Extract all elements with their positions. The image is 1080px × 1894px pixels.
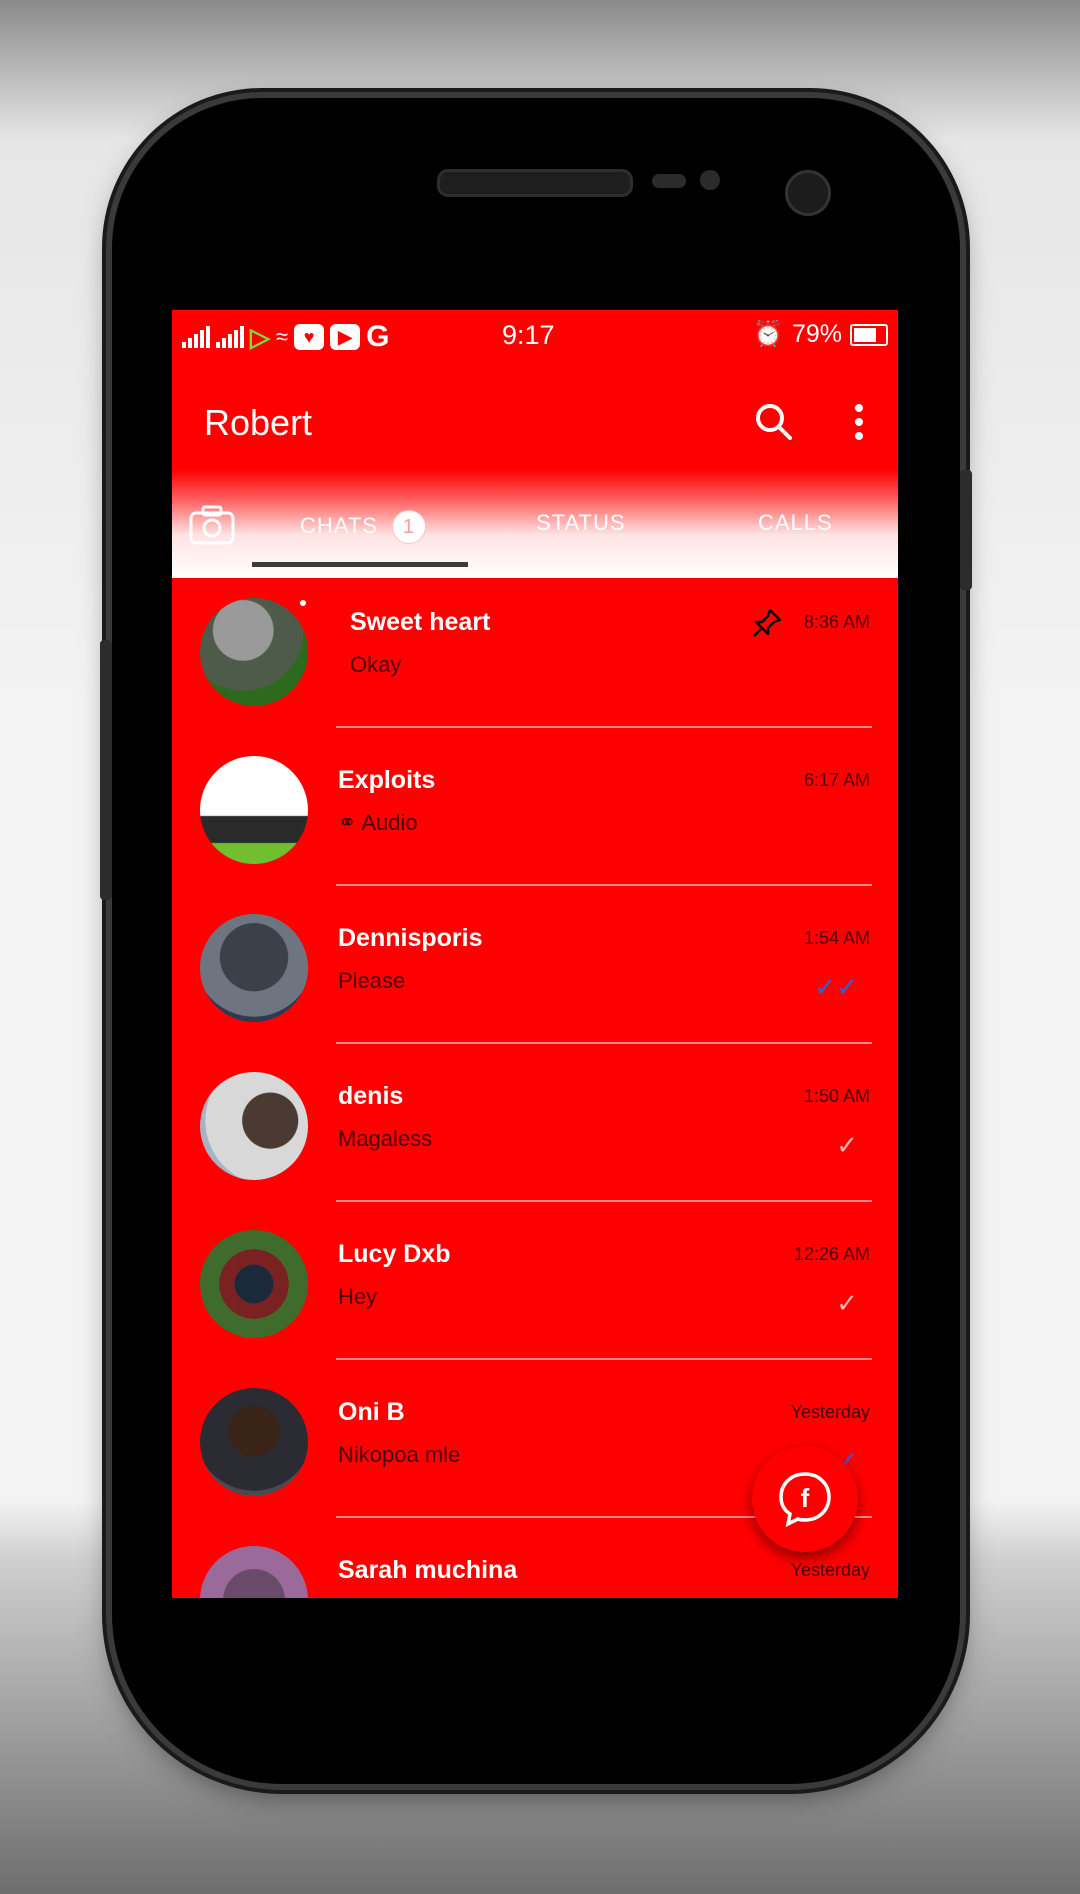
power-button <box>960 470 972 590</box>
tab-status[interactable]: STATUS <box>536 510 626 536</box>
status-icons-right: ⏰ 79% <box>753 320 888 349</box>
avatar <box>200 1388 308 1496</box>
chat-row[interactable]: Lucy Dxb Hey 12:26 AM ✓ <box>172 1202 898 1360</box>
chat-message: Hey <box>338 1284 378 1309</box>
avatar <box>200 1546 308 1598</box>
battery-icon <box>850 323 888 346</box>
light-sensor <box>700 170 720 190</box>
chat-time: 1:50 AM <box>803 1086 870 1106</box>
chat-row[interactable]: denis Magaless 1:50 AM ✓ <box>172 1044 898 1202</box>
more-options-button[interactable] <box>844 398 874 446</box>
chat-row[interactable]: Exploits ⚭ Audio 6:17 AM <box>172 728 898 886</box>
chat-time: 6:17 AM <box>803 770 870 790</box>
chat-name: denis <box>338 1082 404 1110</box>
chat-time: 8:36 AM <box>803 612 870 632</box>
chat-time: Yesterday <box>790 1402 870 1422</box>
unread-dot <box>300 600 306 606</box>
chat-time: Yesterday <box>790 1560 870 1580</box>
facebook-chat-icon: f <box>779 1472 831 1528</box>
proximity-sensor <box>652 174 686 188</box>
tab-calls[interactable]: CALLS <box>758 510 833 536</box>
chat-name: Oni B <box>338 1398 405 1426</box>
chat-time: 12:26 AM <box>793 1244 870 1264</box>
avatar <box>200 914 308 1022</box>
avatar <box>200 598 308 706</box>
volume-button <box>100 640 112 900</box>
sent-tick-icon: ✓ <box>836 1130 858 1160</box>
chat-row[interactable]: Sweet heart Okay 8:36 AM <box>172 570 898 728</box>
camera-icon <box>189 505 235 545</box>
phone-screen: ▷ ≈ ♥ ▶ G 9:17 ⏰ 79% Robert CHATS 1 STATU… <box>172 310 898 1598</box>
search-button[interactable] <box>750 398 798 446</box>
chat-message-text: Audio <box>361 810 418 835</box>
signal-icon <box>216 326 244 348</box>
battery-percent: 79% <box>791 320 842 348</box>
avatar <box>200 756 308 864</box>
unread-badge: 1 <box>391 510 426 544</box>
chat-name: Dennisporis <box>338 924 483 952</box>
heart-app-icon: ♥ <box>294 324 325 350</box>
google-icon: G <box>366 320 390 353</box>
search-icon <box>756 404 792 440</box>
new-chat-fab[interactable]: f <box>752 1446 858 1552</box>
youtube-icon: ▶ <box>330 324 361 350</box>
earpiece-speaker <box>437 169 633 197</box>
signal-icon <box>182 326 210 348</box>
status-icons-left: ▷ ≈ ♥ ▶ G <box>182 320 389 354</box>
wifi-icon: ≈ <box>276 324 289 349</box>
chat-row[interactable]: Dennisporis Please 1:54 AM ✓✓ <box>172 886 898 1044</box>
chat-name: Sweet heart <box>350 608 491 636</box>
chat-message: Okay <box>350 652 402 677</box>
chat-name: Exploits <box>338 766 436 794</box>
tab-chats[interactable]: CHATS 1 <box>300 510 426 544</box>
read-receipt-icon: ✓✓ <box>814 972 858 1002</box>
headphones-icon: ⚭ <box>338 810 357 835</box>
pin-icon <box>753 608 782 637</box>
chat-message: Magaless <box>338 1126 433 1151</box>
avatar <box>200 1230 308 1338</box>
app-bar: Robert <box>172 362 898 470</box>
chat-message: ⚭ Audio <box>338 810 418 836</box>
avatar <box>200 1072 308 1180</box>
app-title: Robert <box>204 402 313 443</box>
sent-tick-icon: ✓ <box>836 1288 858 1318</box>
front-camera <box>785 170 831 216</box>
tab-indicator <box>252 562 468 567</box>
chat-message: Please <box>338 968 406 993</box>
svg-text:f: f <box>801 1483 810 1513</box>
chat-name: Sarah muchina <box>338 1556 518 1584</box>
chat-time: 1:54 AM <box>803 928 870 948</box>
alarm-icon: ⏰ <box>752 320 784 348</box>
chat-name: Lucy Dxb <box>338 1240 451 1268</box>
status-time: 9:17 <box>502 320 555 350</box>
data-saver-icon: ▷ <box>250 321 270 352</box>
status-bar: ▷ ≈ ♥ ▶ G 9:17 ⏰ 79% <box>172 310 898 362</box>
tab-camera[interactable] <box>188 504 236 546</box>
chat-message: Nikopoa mle <box>338 1442 461 1467</box>
more-vert-icon <box>855 404 863 440</box>
tab-chats-label: CHATS <box>300 512 378 538</box>
